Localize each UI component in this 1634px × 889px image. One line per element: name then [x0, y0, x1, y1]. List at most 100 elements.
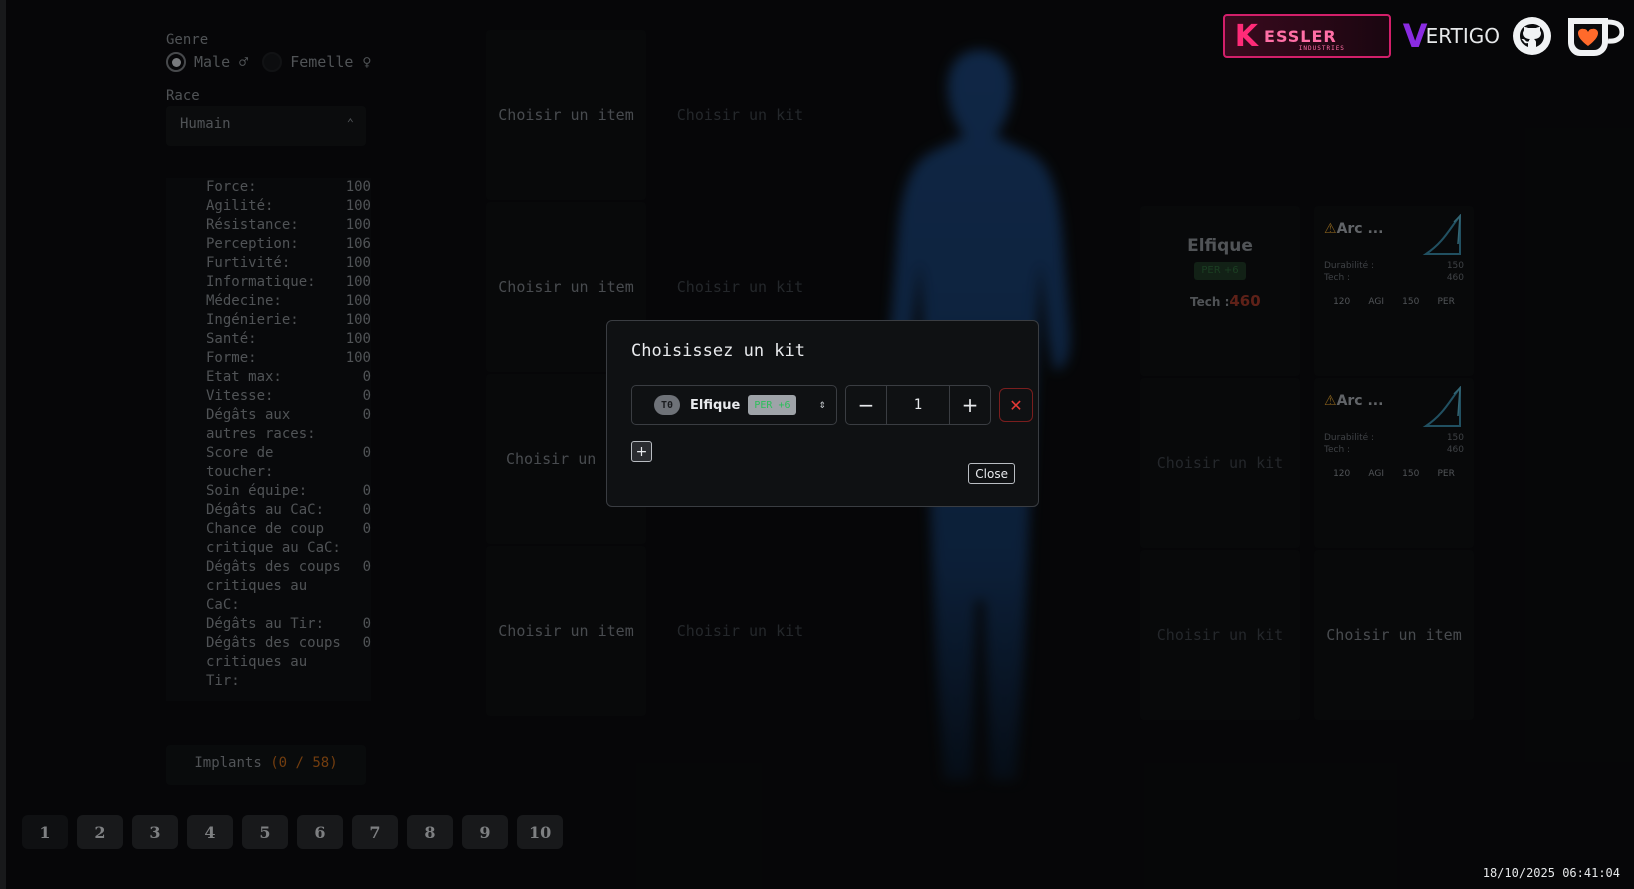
stat-value: 0	[362, 388, 371, 404]
kofi-icon[interactable]	[1564, 12, 1624, 60]
vertigo-wordmark: ERTIGO	[1425, 24, 1500, 48]
stat-value: 100	[345, 293, 371, 309]
bow-icon	[1422, 386, 1461, 427]
kit-slot-label: Choisir un kit	[676, 106, 804, 124]
kit-tech-label: Tech :	[1190, 295, 1230, 309]
stat-value: 0	[362, 483, 371, 499]
quantity-value[interactable]: 1	[886, 386, 950, 424]
req-value: 120	[1333, 469, 1351, 479]
durability-value: 150	[1446, 261, 1464, 271]
tech-row: Tech : 460	[1324, 445, 1464, 455]
arc-item-card[interactable]: ⚠Arc ... Durabilité : 150 Tech : 460 120 AG…	[1314, 206, 1474, 376]
page-button-9[interactable]: 9	[462, 815, 508, 849]
stat-row: Dégâts des coups critiques au Tir: 0	[206, 634, 371, 691]
stat-value: 0	[362, 521, 371, 537]
tech-value: 460	[1446, 273, 1464, 283]
warning-icon: ⚠	[1324, 221, 1337, 237]
page-button-3[interactable]: 3	[132, 815, 178, 849]
stat-label: Médecine:	[206, 293, 282, 309]
durability-row: Durabilité : 150	[1324, 261, 1464, 271]
kit-slot[interactable]: Choisir un kit	[660, 546, 820, 716]
kit-tech-value: 460	[1229, 292, 1261, 310]
stat-label: Ingénierie:	[206, 312, 299, 328]
github-icon[interactable]	[1512, 16, 1552, 56]
stat-row: Vitesse: 0	[206, 387, 371, 406]
stat-row: Dégâts des coups critiques au CaC: 0	[206, 558, 371, 615]
tier-badge: T0	[654, 395, 680, 415]
stat-value: 0	[362, 559, 371, 575]
stat-row: Dégâts aux autres races: 0	[206, 406, 371, 444]
stat-label: Agilité:	[206, 198, 274, 214]
tech-label: Tech :	[1324, 445, 1351, 455]
male-radio[interactable]	[166, 52, 186, 72]
req-value: 150	[1402, 297, 1420, 307]
kit-slot[interactable]: Choisir un kit	[1140, 378, 1300, 548]
implants-label: Implants	[194, 755, 262, 771]
tech-row: Tech : 460	[1324, 273, 1464, 283]
stat-row: Force: 100	[206, 178, 371, 197]
page-button-5[interactable]: 5	[242, 815, 288, 849]
modal-title: Choisissez un kit	[631, 341, 805, 361]
durability-row: Durabilité : 150	[1324, 433, 1464, 443]
kit-slot[interactable]: Choisir un kit	[1140, 550, 1300, 720]
item-slot[interactable]: Choisir un item	[486, 30, 646, 200]
stat-label: Chance de coup critique au CaC:	[206, 521, 341, 556]
kit-select[interactable]: T0 Elfique PER +6 ⇕	[631, 385, 837, 425]
stat-value: 100	[345, 350, 371, 366]
stat-row: Dégâts au Tir: 0	[206, 615, 371, 634]
item-slot-label: Choisir un item	[1326, 626, 1462, 644]
stat-row: Informatique: 100	[206, 273, 371, 292]
page-button-10[interactable]: 10	[517, 815, 564, 849]
stat-row: Perception: 106	[206, 235, 371, 254]
close-button[interactable]: Close	[968, 463, 1015, 484]
arc-item-card[interactable]: ⚠Arc ... Durabilité : 150 Tech : 460 120 AG…	[1314, 378, 1474, 548]
page-button-7[interactable]: 7	[352, 815, 398, 849]
stat-label: Furtivité:	[206, 255, 291, 271]
race-label: Race	[166, 88, 200, 104]
stat-row: Forme: 100	[206, 349, 371, 368]
implants-button[interactable]: Implants (0 / 58)	[166, 745, 366, 785]
warning-icon: ⚠	[1324, 393, 1337, 409]
remove-kit-button[interactable]: ✕	[999, 388, 1033, 422]
stat-label: Dégâts des coups critiques au Tir:	[206, 635, 341, 689]
stat-value: 100	[345, 198, 371, 214]
stat-label: Résistance:	[206, 217, 299, 233]
bow-icon	[1422, 214, 1461, 255]
increment-button[interactable]: +	[950, 386, 990, 424]
req-stat: PER	[1437, 297, 1455, 307]
stat-label: Informatique:	[206, 274, 316, 290]
kessler-logo[interactable]: K ESSLER INDUSTRIES	[1222, 14, 1391, 58]
implants-count: (0 / 58)	[270, 755, 338, 771]
decrement-button[interactable]: −	[846, 386, 886, 424]
vertigo-logo[interactable]: V ERTIGO	[1403, 17, 1500, 55]
equipped-kit-card[interactable]: Elfique PER +6 Tech :460	[1140, 206, 1300, 376]
page-button-6[interactable]: 6	[297, 815, 343, 849]
male-label: Male ♂	[194, 53, 249, 71]
race-select[interactable]: Humain ⌃	[166, 106, 366, 146]
chevron-updown-icon: ⇕	[818, 397, 826, 411]
female-radio[interactable]	[262, 52, 283, 72]
tech-value: 460	[1446, 445, 1464, 455]
stat-label: Score de toucher:	[206, 445, 274, 480]
stat-value: 100	[345, 274, 371, 290]
genre-label: Genre	[166, 32, 209, 48]
req-value: 120	[1333, 297, 1351, 307]
stat-row: Etat max: 0	[206, 368, 371, 387]
item-slot[interactable]: Choisir un item	[486, 546, 646, 716]
kit-slot[interactable]: Choisir un kit	[660, 30, 820, 200]
gender-radio-group: Male ♂ Femelle ♀	[166, 52, 385, 72]
page-button-2[interactable]: 2	[77, 815, 123, 849]
stat-label: Dégâts au CaC:	[206, 502, 325, 518]
page-button-4[interactable]: 4	[187, 815, 233, 849]
stat-label: Force:	[206, 179, 257, 195]
item-name: Arc ...	[1336, 393, 1384, 409]
page-button-8[interactable]: 8	[407, 815, 453, 849]
item-slot[interactable]: Choisir un item	[1314, 550, 1474, 720]
chevron-updown-icon: ⌃	[346, 116, 354, 130]
add-kit-button[interactable]: +	[631, 441, 652, 462]
stat-row: Résistance: 100	[206, 216, 371, 235]
stat-label: Vitesse:	[206, 388, 274, 404]
req-value: 150	[1402, 469, 1420, 479]
stat-label: Santé:	[206, 331, 257, 347]
page-button-1[interactable]: 1	[22, 815, 68, 849]
